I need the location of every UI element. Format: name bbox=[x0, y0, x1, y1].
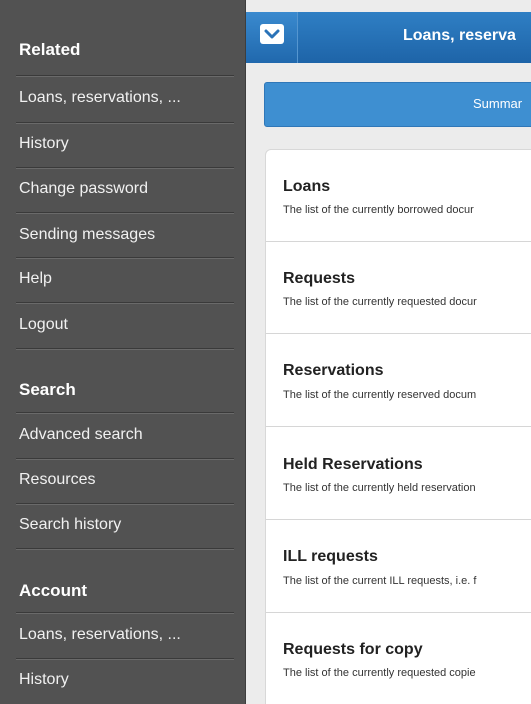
nav-item-resources[interactable]: Resources bbox=[0, 459, 246, 504]
nav-item-account-history[interactable]: History bbox=[0, 659, 246, 704]
list-item-requests[interactable]: Requests The list of the currently reque… bbox=[266, 242, 531, 334]
nav-item-sending-messages[interactable]: Sending messages bbox=[0, 214, 246, 259]
nav-item-advanced-search[interactable]: Advanced search bbox=[0, 414, 246, 459]
nav-item-change-password[interactable]: Change password bbox=[0, 168, 246, 213]
divider bbox=[16, 548, 234, 550]
list-item-description: The list of the currently requested docu… bbox=[283, 296, 477, 308]
side-panel: Related Loans, reservations, ... History… bbox=[0, 0, 246, 704]
list-item-reservations[interactable]: Reservations The list of the currently r… bbox=[266, 335, 531, 427]
list-item-title: Requests bbox=[283, 270, 356, 287]
nav-item-logout[interactable]: Logout bbox=[0, 304, 246, 349]
tab-summary-label: Summar bbox=[473, 96, 523, 111]
list-item-loans[interactable]: Loans The list of the currently borrowed… bbox=[266, 150, 531, 242]
list-item-held-reservations[interactable]: Held Reservations The list of the curren… bbox=[266, 428, 531, 520]
list-item-description: The list of the currently held reservati… bbox=[283, 482, 476, 494]
nav-item-history[interactable]: History bbox=[0, 123, 246, 168]
header-bar: Loans, reserva bbox=[246, 12, 531, 63]
list-item-description: The list of the current ILL requests, i.… bbox=[283, 575, 477, 587]
divider bbox=[16, 348, 234, 350]
chevron-down-icon bbox=[260, 24, 284, 44]
list-item-description: The list of the currently reserved docum bbox=[283, 389, 477, 401]
list-item-title: Loans bbox=[283, 178, 331, 195]
account-summary-list: Loans The list of the currently borrowed… bbox=[265, 149, 531, 704]
page-title: Loans, reserva bbox=[403, 27, 516, 44]
list-item-description: The list of the currently borrowed docur bbox=[283, 204, 474, 216]
nav-item-loans-reservations[interactable]: Loans, reservations, ... bbox=[0, 77, 246, 122]
list-item-ill-requests[interactable]: ILL requests The list of the current ILL… bbox=[266, 521, 531, 613]
list-item-requests-for-copy[interactable]: Requests for copy The list of the curren… bbox=[266, 613, 531, 704]
nav-item-account-loans-reservations[interactable]: Loans, reservations, ... bbox=[0, 614, 246, 659]
list-item-description: The list of the currently requested copi… bbox=[283, 667, 476, 679]
menu-toggle-button[interactable] bbox=[246, 12, 298, 63]
tab-summary[interactable]: Summar bbox=[264, 82, 531, 127]
list-item-title: Held Reservations bbox=[283, 456, 423, 473]
list-item-title: ILL requests bbox=[283, 548, 378, 565]
nav-item-help[interactable]: Help bbox=[0, 258, 246, 303]
list-item-title: Requests for copy bbox=[283, 641, 423, 658]
list-item-title: Reservations bbox=[283, 362, 384, 379]
nav-item-search-history[interactable]: Search history bbox=[0, 504, 246, 549]
